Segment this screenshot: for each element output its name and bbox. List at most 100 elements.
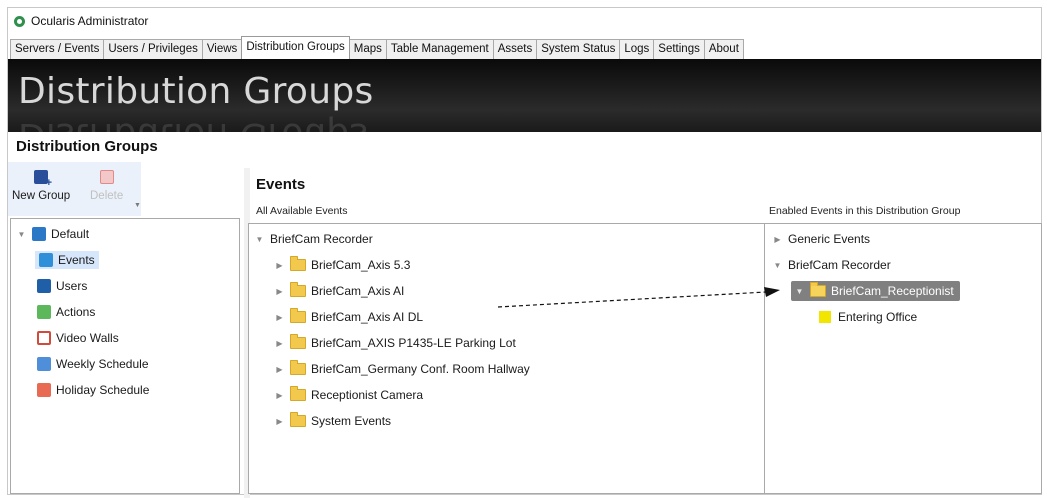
tree-item-users[interactable]: Users (37, 275, 87, 297)
new-group-label: New Group (12, 190, 71, 202)
folder-icon (290, 386, 306, 401)
expand-icon[interactable]: ▶ (275, 417, 284, 426)
toolbar-overflow-icon[interactable]: ▼ (134, 202, 141, 209)
tree-item-label: Events (58, 253, 95, 267)
tree-item-label: Video Walls (56, 331, 119, 345)
tree-item-label: Entering Office (838, 310, 918, 324)
app-window: Ocularis Administrator Servers / Events … (7, 7, 1042, 498)
tree-item-recorder[interactable]: ▼ BriefCam Recorder (255, 228, 373, 250)
available-events-tree: ▼ BriefCam Recorder ▶ BriefCam_Axis 5.3 … (248, 223, 765, 494)
tree-item-actions[interactable]: Actions (37, 301, 95, 323)
tree-item-label: Weekly Schedule (56, 357, 149, 371)
tree-item-label: BriefCam_Axis AI DL (311, 310, 424, 324)
tree-item-selected-camera[interactable]: ▼ BriefCam_Receptionist (791, 280, 960, 302)
tab-maps[interactable]: Maps (348, 39, 387, 59)
events-title: Events (256, 176, 306, 193)
default-group-icon (32, 227, 46, 241)
groups-tree: ▼ Default Events Users Actions Video Wal… (10, 218, 240, 494)
page-banner: Distribution Groups Distribution Groups (8, 59, 1041, 132)
tree-item-event[interactable]: Entering Office (819, 306, 917, 328)
dashed-arrow (497, 287, 780, 308)
tree-item-camera[interactable]: ▶ BriefCam_Axis AI (275, 280, 404, 302)
banner-title: Distribution Groups (18, 71, 374, 112)
tab-table-management[interactable]: Table Management (385, 39, 494, 59)
main-tabs: Servers / Events Users / Privileges View… (10, 36, 744, 59)
ocularis-logo-icon (14, 15, 25, 27)
tree-item-default[interactable]: ▼ Default (17, 223, 89, 245)
tab-assets[interactable]: Assets (492, 39, 538, 59)
tab-views[interactable]: Views (201, 39, 243, 59)
tree-item-weekly-schedule[interactable]: Weekly Schedule (37, 353, 149, 375)
tree-item-label: BriefCam_Germany Conf. Room Hallway (311, 362, 530, 376)
new-group-button[interactable]: New Group (12, 170, 70, 202)
event-marker-icon (819, 311, 831, 323)
tree-item-holiday-schedule[interactable]: Holiday Schedule (37, 379, 149, 401)
tree-item-label: Generic Events (788, 232, 871, 246)
tree-item-recorder[interactable]: ▼ BriefCam Recorder (773, 254, 891, 276)
collapse-icon[interactable]: ▼ (773, 261, 782, 270)
tab-system-status[interactable]: System Status (536, 39, 621, 59)
tree-item-label: BriefCam_Axis AI (311, 284, 405, 298)
tree-item-label: BriefCam_AXIS P1435-LE Parking Lot (311, 336, 516, 350)
expand-icon[interactable]: ▶ (275, 287, 284, 296)
tree-item-generic-events[interactable]: ▶ Generic Events (773, 228, 870, 250)
arrow-head (764, 287, 780, 297)
section-title: Distribution Groups (16, 138, 158, 155)
tab-logs[interactable]: Logs (619, 39, 655, 59)
expand-icon[interactable]: ▶ (773, 235, 782, 244)
new-group-icon (34, 170, 52, 189)
window-title: Ocularis Administrator (31, 14, 149, 28)
folder-icon (290, 334, 306, 349)
tab-distribution-groups[interactable]: Distribution Groups (241, 36, 350, 59)
folder-icon (290, 412, 306, 427)
tree-item-label: BriefCam_Axis 5.3 (311, 258, 411, 272)
users-icon (37, 279, 51, 293)
expand-icon[interactable]: ▶ (275, 339, 284, 348)
actions-icon (37, 305, 51, 319)
selected-highlight: Events (35, 251, 99, 269)
folder-icon (290, 308, 306, 323)
tree-item-camera[interactable]: ▶ BriefCam_Axis 5.3 (275, 254, 410, 276)
weekly-schedule-icon (37, 357, 51, 371)
collapse-icon[interactable]: ▼ (255, 235, 264, 244)
delete-button[interactable]: Delete (90, 170, 123, 202)
tree-item-system-events[interactable]: ▶ System Events (275, 410, 391, 432)
tab-servers-events[interactable]: Servers / Events (10, 39, 105, 59)
tree-item-label: Receptionist Camera (311, 388, 424, 402)
expand-icon[interactable]: ▶ (275, 313, 284, 322)
tree-item-label: BriefCam_Receptionist (831, 284, 954, 298)
tree-item-label: Users (56, 279, 88, 293)
events-icon (39, 253, 53, 267)
tree-item-events[interactable]: Events (35, 249, 99, 271)
all-events-label: All Available Events (256, 205, 348, 217)
expand-icon[interactable]: ▶ (275, 365, 284, 374)
enabled-events-label: Enabled Events in this Distribution Grou… (769, 205, 961, 217)
tree-item-label: Default (51, 227, 90, 241)
tree-item-video-walls[interactable]: Video Walls (37, 327, 119, 349)
enabled-events-tree: ▶ Generic Events ▼ BriefCam Recorder ▼ B… (764, 223, 1042, 494)
folder-icon (290, 256, 306, 271)
tab-users-privileges[interactable]: Users / Privileges (103, 39, 203, 59)
expand-icon[interactable]: ▶ (275, 391, 284, 400)
folder-icon (290, 360, 306, 375)
tree-item-label: System Events (311, 414, 392, 428)
selected-highlight: ▼ BriefCam_Receptionist (791, 281, 960, 301)
tab-settings[interactable]: Settings (653, 39, 705, 59)
tree-item-camera[interactable]: ▶ BriefCam_Germany Conf. Room Hallway (275, 358, 530, 380)
tree-item-label: Actions (56, 305, 96, 319)
video-walls-icon (37, 331, 51, 345)
expand-icon[interactable]: ▶ (275, 261, 284, 270)
delete-label: Delete (90, 190, 124, 202)
collapse-icon[interactable]: ▼ (17, 230, 26, 239)
tree-item-camera[interactable]: ▶ BriefCam_Axis AI DL (275, 306, 423, 328)
delete-icon (99, 170, 114, 184)
tree-item-label: Holiday Schedule (56, 383, 150, 397)
title-bar: Ocularis Administrator (8, 8, 1041, 34)
tree-item-camera[interactable]: ▶ Receptionist Camera (275, 384, 423, 406)
folder-icon (810, 282, 826, 297)
tab-about[interactable]: About (703, 39, 744, 59)
groups-toolbar: New Group Delete ▼ (8, 162, 141, 216)
tree-item-camera[interactable]: ▶ BriefCam_AXIS P1435-LE Parking Lot (275, 332, 516, 354)
folder-icon (290, 282, 306, 297)
tree-item-label: BriefCam Recorder (270, 232, 373, 246)
